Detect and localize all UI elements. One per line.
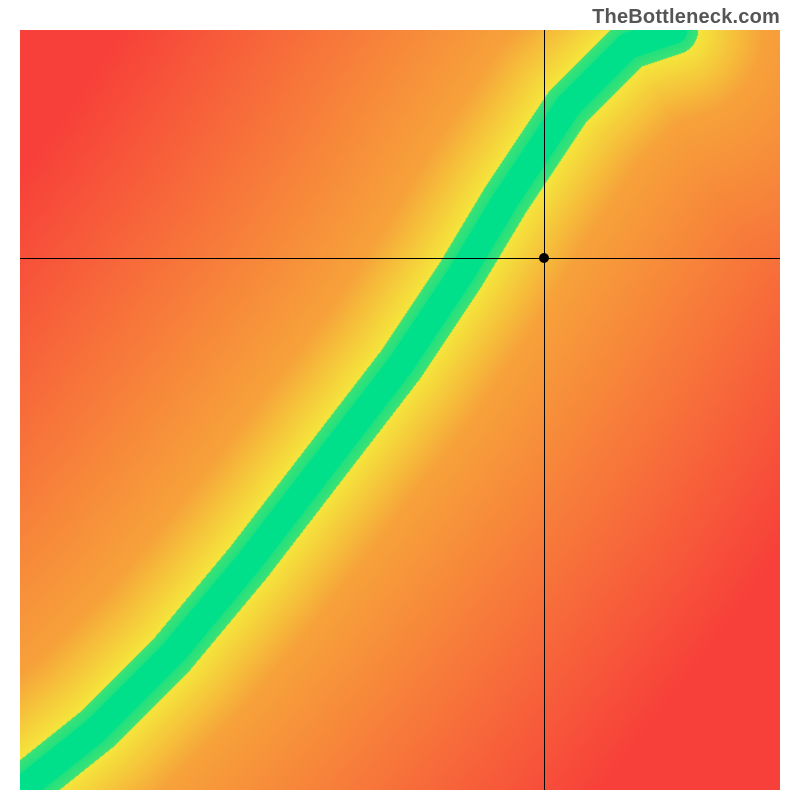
bottleneck-heatmap [20, 30, 780, 790]
watermark-text: TheBottleneck.com [592, 6, 780, 29]
heatmap-canvas [20, 30, 780, 790]
